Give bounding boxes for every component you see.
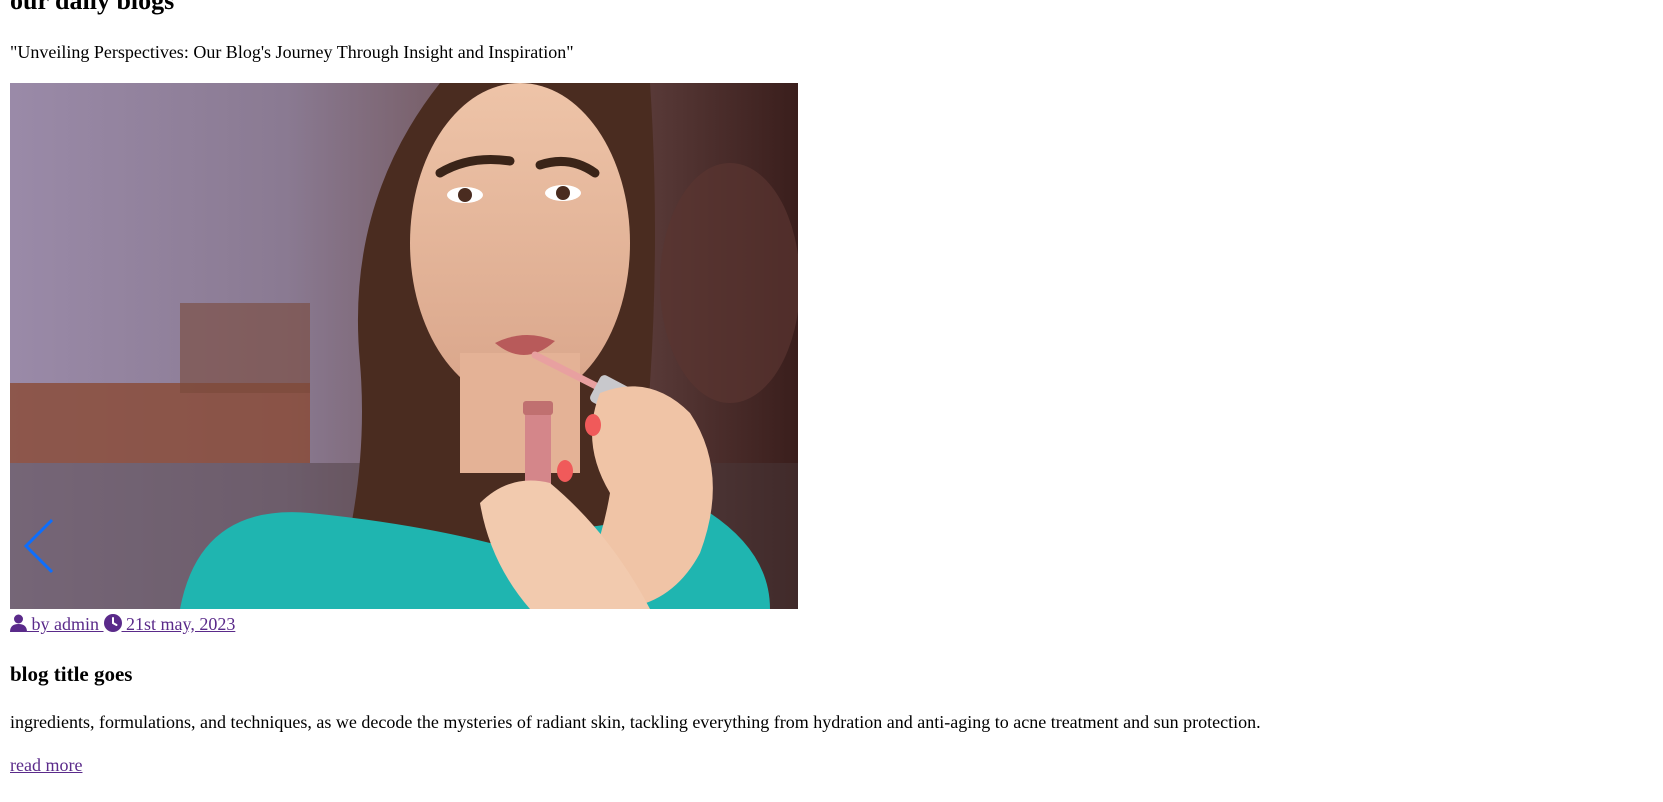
section-tagline: "Unveiling Perspectives: Our Blog's Jour… — [10, 42, 574, 62]
post-title: blog title goes — [10, 662, 133, 686]
section-heading: our daily blogs — [10, 0, 175, 15]
user-icon — [10, 614, 27, 632]
blog-image-slider — [10, 83, 798, 609]
author-link[interactable]: by admin — [10, 614, 104, 634]
clock-icon — [103, 614, 122, 632]
chevron-left-icon[interactable] — [22, 516, 58, 576]
post-excerpt: ingredients, formulations, and technique… — [10, 712, 1261, 732]
date-link[interactable]: 21st may, 2023 — [103, 614, 236, 634]
read-more-link[interactable]: read more — [10, 753, 82, 777]
blog-post-image — [10, 83, 798, 609]
post-meta: by admin 21st may, 2023 — [10, 612, 235, 636]
author-text: by admin — [27, 614, 104, 634]
date-text: 21st may, 2023 — [121, 614, 236, 634]
